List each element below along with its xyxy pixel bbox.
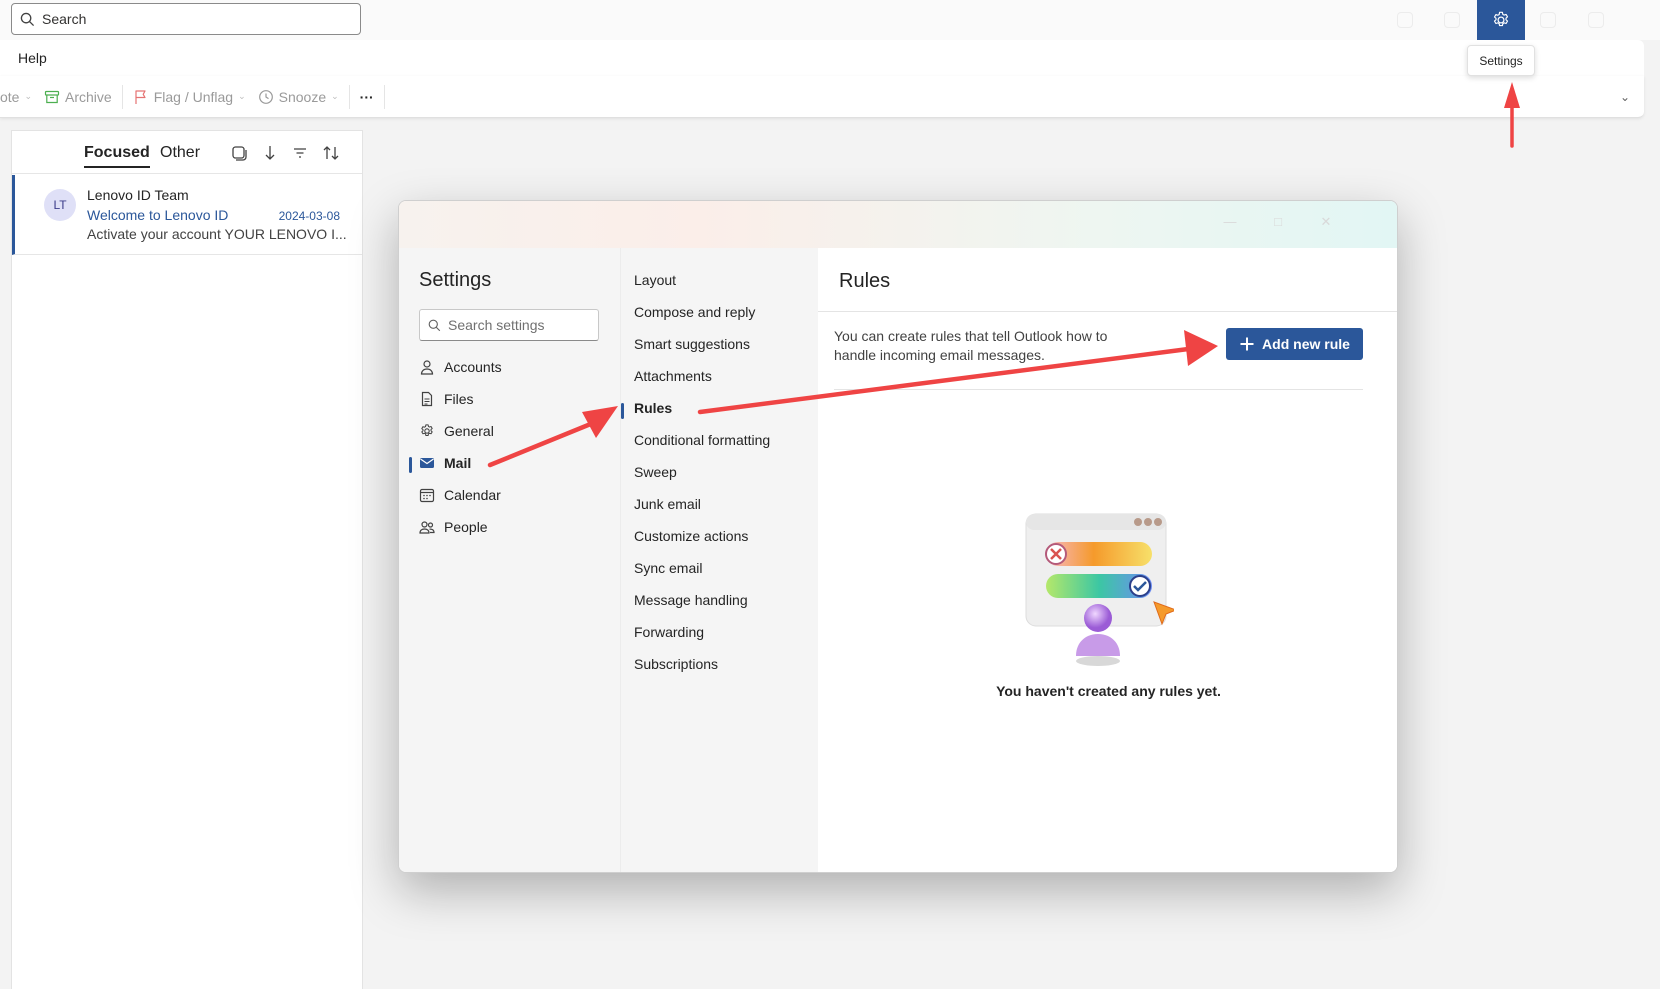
toolbar-divider: [383, 84, 385, 109]
close-icon[interactable]: ✕: [1319, 215, 1333, 229]
select-icon[interactable]: [230, 144, 248, 162]
message-list-header: Focused Other: [12, 131, 362, 174]
search-box[interactable]: Search: [11, 3, 361, 35]
jump-to-icon[interactable]: [261, 144, 279, 162]
category-accounts[interactable]: Accounts: [419, 355, 502, 379]
avatar: LT: [44, 189, 76, 221]
rules-empty-illustration: [1014, 506, 1174, 666]
command-toolbar: ote ⌄ Archive Flag / Unflag ⌄ Snooze ⌄ ·…: [0, 76, 1644, 118]
truncated-command[interactable]: ote ⌄: [0, 76, 38, 117]
section-message-handling[interactable]: Message handling: [634, 592, 748, 608]
divider: [834, 389, 1363, 390]
settings-categories: Settings Search settings Accounts Files …: [399, 248, 620, 872]
people-icon: [419, 519, 435, 535]
settings-dialog: — □ ✕ Settings Search settings Accounts …: [398, 200, 1398, 873]
plus-icon: [1239, 336, 1255, 352]
clock-icon: [258, 89, 274, 105]
category-mail[interactable]: Mail: [419, 451, 471, 475]
settings-search-placeholder: Search settings: [448, 317, 545, 333]
selected-indicator: [621, 403, 624, 419]
top-bar: Search: [0, 0, 1660, 40]
pane-title: Rules: [839, 270, 891, 292]
message-date: 2024-03-08: [278, 209, 340, 223]
selected-indicator: [409, 457, 412, 473]
toolbar-divider: [121, 84, 123, 109]
section-sync-email[interactable]: Sync email: [634, 560, 702, 576]
section-conditional-formatting[interactable]: Conditional formatting: [634, 432, 770, 448]
help-tab[interactable]: Help: [18, 50, 47, 66]
menu-bar: Help: [0, 40, 1644, 76]
faded-icon[interactable]: [1444, 12, 1460, 28]
message-list: Focused Other LT Lenovo ID Team Welcome …: [11, 130, 363, 989]
settings-search-input[interactable]: Search settings: [419, 309, 599, 341]
section-sweep[interactable]: Sweep: [634, 464, 677, 480]
chevron-down-icon: ⌄: [24, 91, 33, 101]
add-new-rule-button[interactable]: Add new rule: [1226, 328, 1363, 360]
category-general[interactable]: General: [419, 419, 494, 443]
person-icon: [419, 359, 435, 375]
section-junk-email[interactable]: Junk email: [634, 496, 701, 512]
message-row[interactable]: LT Lenovo ID Team Welcome to Lenovo ID 2…: [12, 175, 362, 255]
archive-button[interactable]: Archive: [38, 76, 118, 117]
dialog-title-bar: — □ ✕: [399, 201, 1397, 248]
gear-icon: [1491, 10, 1511, 30]
filter-icon[interactable]: [291, 144, 309, 162]
search-icon: [428, 319, 441, 332]
settings-tooltip: Settings: [1467, 45, 1535, 76]
section-compose-and-reply[interactable]: Compose and reply: [634, 304, 755, 320]
message-preview: Activate your account YOUR LENOVO I...: [87, 226, 347, 242]
archive-icon: [44, 89, 60, 105]
flag-button[interactable]: Flag / Unflag ⌄: [127, 76, 252, 117]
rules-pane: Rules You can create rules that tell Out…: [818, 248, 1397, 872]
message-subject: Welcome to Lenovo ID: [87, 207, 229, 223]
mail-sections: Layout Compose and reply Smart suggestio…: [620, 248, 818, 872]
snooze-button[interactable]: Snooze ⌄: [252, 76, 345, 117]
section-customize-actions[interactable]: Customize actions: [634, 528, 748, 544]
settings-title: Settings: [419, 269, 492, 291]
sort-icon[interactable]: [322, 144, 340, 162]
calendar-icon: [419, 487, 435, 503]
file-icon: [419, 391, 435, 407]
mail-icon: [419, 455, 435, 471]
chevron-down-icon: ⌄: [331, 91, 339, 101]
category-files[interactable]: Files: [419, 387, 474, 411]
category-calendar[interactable]: Calendar: [419, 483, 501, 507]
flag-icon: [133, 89, 149, 105]
minimize-icon[interactable]: —: [1223, 215, 1237, 229]
search-placeholder: Search: [42, 11, 87, 27]
gear-icon: [419, 423, 435, 439]
chevron-down-icon[interactable]: ⌄: [1620, 90, 1630, 104]
maximize-icon[interactable]: □: [1271, 215, 1285, 229]
empty-state-text: You haven't created any rules yet.: [996, 683, 1221, 699]
section-forwarding[interactable]: Forwarding: [634, 624, 704, 640]
section-attachments[interactable]: Attachments: [634, 368, 712, 384]
settings-button[interactable]: [1477, 0, 1525, 40]
faded-icon[interactable]: [1588, 12, 1604, 28]
faded-icon[interactable]: [1540, 12, 1556, 28]
section-layout[interactable]: Layout: [634, 272, 676, 288]
section-smart-suggestions[interactable]: Smart suggestions: [634, 336, 750, 352]
rules-description: You can create rules that tell Outlook h…: [834, 328, 1108, 363]
search-icon: [20, 12, 35, 27]
section-rules[interactable]: Rules: [634, 400, 672, 416]
tab-other[interactable]: Other: [160, 144, 200, 162]
tab-focused[interactable]: Focused: [84, 144, 150, 168]
message-sender: Lenovo ID Team: [87, 187, 189, 203]
more-options-button[interactable]: ···: [354, 76, 380, 117]
toolbar-divider: [348, 84, 350, 109]
category-people[interactable]: People: [419, 515, 488, 539]
section-subscriptions[interactable]: Subscriptions: [634, 656, 718, 672]
faded-icon[interactable]: [1397, 12, 1413, 28]
divider: [818, 311, 1397, 312]
chevron-down-icon: ⌄: [238, 91, 246, 101]
